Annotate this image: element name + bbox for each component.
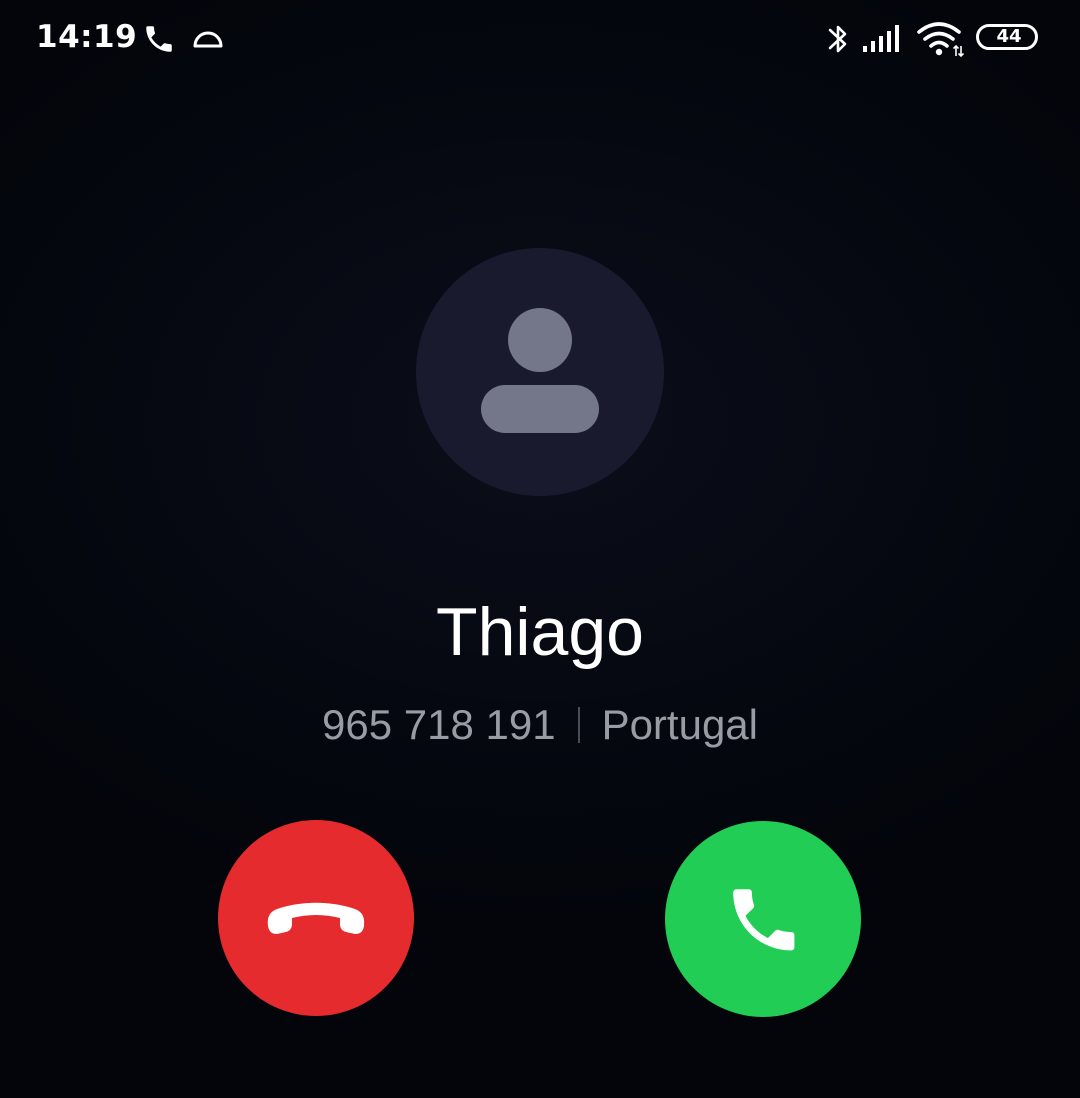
status-bar: 14:19 44 (0, 0, 1080, 80)
bluetooth-icon (828, 25, 847, 53)
caller-info: 965 718 191 Portugal (0, 698, 1080, 752)
person-icon (481, 308, 599, 433)
decline-call-button[interactable] (218, 820, 414, 1016)
incoming-call-screen: 14:19 44 Thiago 965 718 191 Portugal (0, 0, 1080, 1098)
accept-call-button[interactable] (665, 821, 861, 1017)
caller-name: Thiago (436, 594, 644, 670)
battery-level: 44 (996, 26, 1022, 47)
phone-icon (146, 26, 172, 52)
hang-up-icon (267, 902, 365, 934)
info-separator (577, 707, 580, 743)
caller-location: Portugal (601, 701, 758, 748)
phone-icon (733, 889, 795, 951)
signal-icon (863, 25, 899, 52)
half-circle-icon (193, 31, 223, 48)
battery-icon: 44 (976, 24, 1038, 50)
status-time: 14:19 (36, 19, 138, 55)
caller-number: 965 718 191 (321, 701, 556, 748)
wifi-icon (917, 22, 965, 58)
caller-avatar (416, 248, 664, 496)
